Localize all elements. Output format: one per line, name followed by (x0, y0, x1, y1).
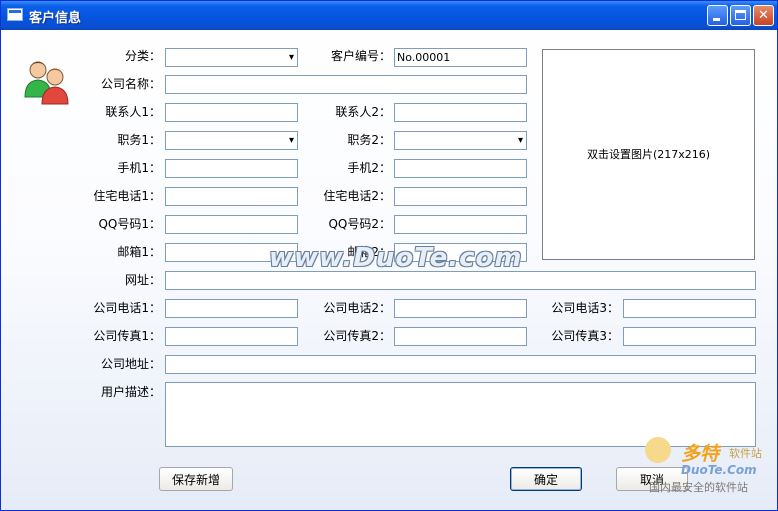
ok-button[interactable]: 确定 (510, 467, 582, 491)
save-new-button[interactable]: 保存新增 (159, 467, 233, 491)
mobile1-label: 手机1： (117, 161, 161, 175)
contact1-field[interactable] (165, 103, 298, 122)
company-address-label: 公司地址： (100, 357, 161, 371)
company-fax1-label: 公司传真1： (93, 329, 161, 343)
mascot-icon (645, 437, 671, 463)
logo-line3: 国内最安全的软件站 (649, 481, 748, 494)
photo-hint: 双击设置图片(217x216) (586, 148, 711, 161)
company-fax3-label: 公司传真3： (551, 329, 619, 343)
close-button[interactable]: ✕ (753, 5, 774, 26)
company-name-label: 公司名称： (100, 77, 161, 91)
contact2-field[interactable] (394, 103, 527, 122)
company-phone2-field[interactable] (394, 299, 527, 318)
company-fax2-label: 公司传真2： (323, 329, 391, 343)
qq1-field[interactable] (165, 215, 298, 234)
logo-line1b: 软件站 (729, 447, 762, 460)
logo-line1: 多特 (681, 443, 720, 465)
watermark-text: www.DuoTe.com (269, 243, 523, 273)
window-icon (7, 8, 23, 21)
company-fax1-field[interactable] (165, 327, 298, 346)
company-fax3-field[interactable] (623, 327, 756, 346)
category-select[interactable] (165, 48, 298, 67)
title2-label: 职务2： (347, 133, 391, 147)
duote-logo: 多特 软件站 DuoTe.Com 国内最安全的软件站 (641, 433, 777, 501)
close-icon: ✕ (758, 8, 769, 23)
company-phone3-field[interactable] (623, 299, 756, 318)
mobile2-label: 手机2： (347, 161, 391, 175)
company-phone3-label: 公司电话3： (551, 301, 619, 315)
window-title: 客户信息 (29, 11, 82, 26)
company-name-field[interactable] (165, 75, 527, 94)
mobile1-field[interactable] (165, 159, 298, 178)
email1-label: 邮箱1： (117, 245, 161, 259)
company-phone1-label: 公司电话1： (93, 301, 161, 315)
home-phone2-label: 住宅电话2： (323, 189, 391, 203)
minimize-button[interactable] (707, 5, 728, 26)
company-phone1-field[interactable] (165, 299, 298, 318)
company-address-field[interactable] (165, 355, 756, 374)
title1-label: 职务1： (117, 133, 161, 147)
title2-select[interactable] (394, 131, 527, 150)
contact1-label: 联系人1： (105, 105, 161, 119)
company-phone2-label: 公司电话2： (323, 301, 391, 315)
qq1-label: QQ号码1： (98, 217, 161, 231)
title-bar[interactable]: 客户信息 ✕ (1, 1, 777, 30)
website-label: 网址： (124, 273, 161, 287)
website-field[interactable] (165, 271, 756, 290)
title1-select[interactable] (165, 131, 298, 150)
customer-no-label: 客户编号： (330, 49, 391, 63)
qq2-label: QQ号码2： (328, 217, 391, 231)
qq2-field[interactable] (394, 215, 527, 234)
mobile2-field[interactable] (394, 159, 527, 178)
maximize-icon (731, 6, 750, 25)
contact2-label: 联系人2： (335, 105, 391, 119)
logo-line2: DuoTe.Com (681, 463, 757, 477)
home-phone1-field[interactable] (165, 187, 298, 206)
home-phone1-label: 住宅电话1： (93, 189, 161, 203)
description-label: 用户描述： (100, 385, 161, 399)
minimize-icon (708, 6, 727, 25)
home-phone2-field[interactable] (394, 187, 527, 206)
photo-box[interactable]: 双击设置图片(217x216) (542, 49, 755, 260)
customer-no-field[interactable] (394, 48, 527, 67)
company-fax2-field[interactable] (394, 327, 527, 346)
maximize-button[interactable] (730, 5, 751, 26)
users-icon (24, 61, 69, 105)
customer-info-window: 客户信息 ✕ 分类： 客户编号： 公司名称： 联系人1： 联系人2： 职务1： … (0, 0, 778, 511)
category-label: 分类： (124, 49, 161, 63)
